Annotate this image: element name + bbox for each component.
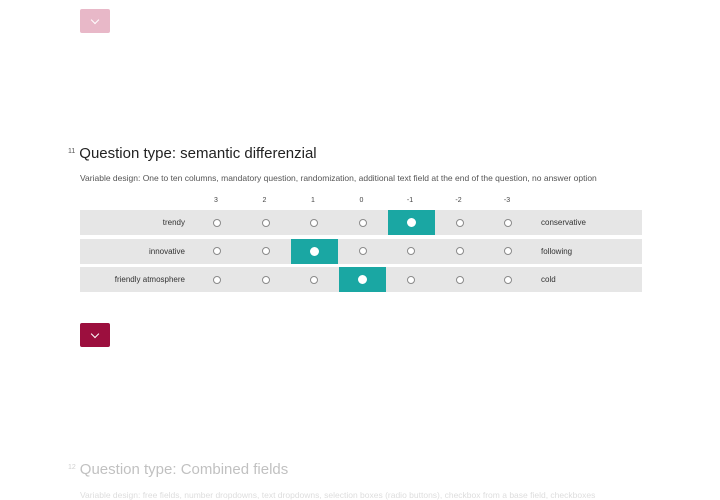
question-title: Question type: semantic differenzial [79, 145, 317, 162]
radio-button[interactable] [261, 247, 270, 255]
question-description: Variable design: One to ten columns, man… [80, 173, 597, 183]
scale-header: 3 2 1 0 -1 -2 -3 [0, 197, 720, 209]
question-heading: 11 Question type: semantic differenzial [68, 145, 317, 162]
radio-cell[interactable] [193, 210, 241, 235]
radio-cell[interactable] [339, 238, 386, 264]
radio-button[interactable] [213, 247, 221, 255]
radio-cell[interactable] [484, 210, 532, 235]
grid-row: innovative following [80, 238, 642, 264]
radio-cell[interactable] [339, 210, 386, 235]
scale-label: -2 [455, 197, 462, 204]
radio-button[interactable] [261, 275, 270, 284]
radio-cell[interactable] [387, 267, 435, 292]
radio-button[interactable] [310, 218, 318, 227]
scale-label: -3 [503, 197, 511, 204]
radio-cell[interactable] [436, 238, 483, 264]
next-question-heading: 12 Question type: Combined fields [68, 461, 288, 478]
radio-cell-selected[interactable] [387, 210, 435, 235]
row-right-label: conservative [541, 218, 586, 227]
radio-cell[interactable] [242, 210, 289, 235]
radio-cell[interactable] [290, 210, 338, 235]
question-number: 11 [68, 148, 76, 155]
row-left-label: innovative [148, 246, 185, 256]
radio-button[interactable] [504, 247, 512, 255]
radio-button-checked[interactable] [406, 218, 416, 227]
grid-row: friendly atmosphere cold [80, 267, 642, 292]
radio-cell[interactable] [290, 267, 338, 292]
radio-cell[interactable] [484, 238, 532, 264]
radio-cell[interactable] [387, 238, 435, 264]
question-title: Question type: Combined fields [79, 461, 289, 478]
row-right-label: following [541, 246, 573, 256]
radio-button[interactable] [504, 275, 512, 284]
radio-button-checked[interactable] [309, 246, 319, 256]
chevron-down-icon [90, 329, 100, 338]
radio-button[interactable] [407, 247, 415, 255]
semantic-differential-grid: trendy conservative innovative following… [80, 210, 642, 296]
radio-button[interactable] [407, 275, 415, 284]
radio-cell[interactable] [193, 267, 241, 292]
radio-button-checked[interactable] [358, 275, 367, 284]
radio-cell[interactable] [484, 267, 532, 292]
radio-button[interactable] [455, 218, 464, 227]
radio-cell-selected[interactable] [339, 267, 386, 292]
scale-label: 1 [311, 197, 315, 204]
next-button[interactable] [80, 323, 110, 347]
prev-next-button[interactable] [80, 9, 110, 33]
radio-cell-selected[interactable] [290, 238, 338, 264]
question-number: 12 [68, 464, 76, 471]
radio-cell[interactable] [242, 238, 289, 264]
radio-button[interactable] [213, 275, 221, 284]
scale-label: 3 [214, 197, 218, 204]
scale-label: -1 [406, 197, 414, 204]
radio-button[interactable] [504, 218, 512, 227]
radio-button[interactable] [455, 247, 464, 255]
radio-cell[interactable] [193, 238, 241, 264]
radio-cell[interactable] [242, 267, 289, 292]
radio-button[interactable] [358, 218, 367, 227]
next-question-description: Variable design: free fields, number dro… [80, 490, 596, 500]
row-right-label: cold [541, 275, 556, 284]
row-left-label: trendy [162, 218, 185, 227]
row-left-label: friendly atmosphere [114, 275, 185, 284]
radio-button[interactable] [455, 275, 464, 284]
radio-button[interactable] [213, 218, 221, 227]
radio-button[interactable] [358, 247, 367, 255]
scale-label: 2 [262, 197, 267, 204]
radio-button[interactable] [310, 275, 318, 284]
scale-label: 0 [359, 197, 364, 204]
grid-row: trendy conservative [80, 210, 642, 235]
chevron-down-icon [90, 15, 100, 24]
radio-button[interactable] [261, 218, 270, 227]
radio-cell[interactable] [436, 267, 483, 292]
radio-cell[interactable] [436, 210, 483, 235]
